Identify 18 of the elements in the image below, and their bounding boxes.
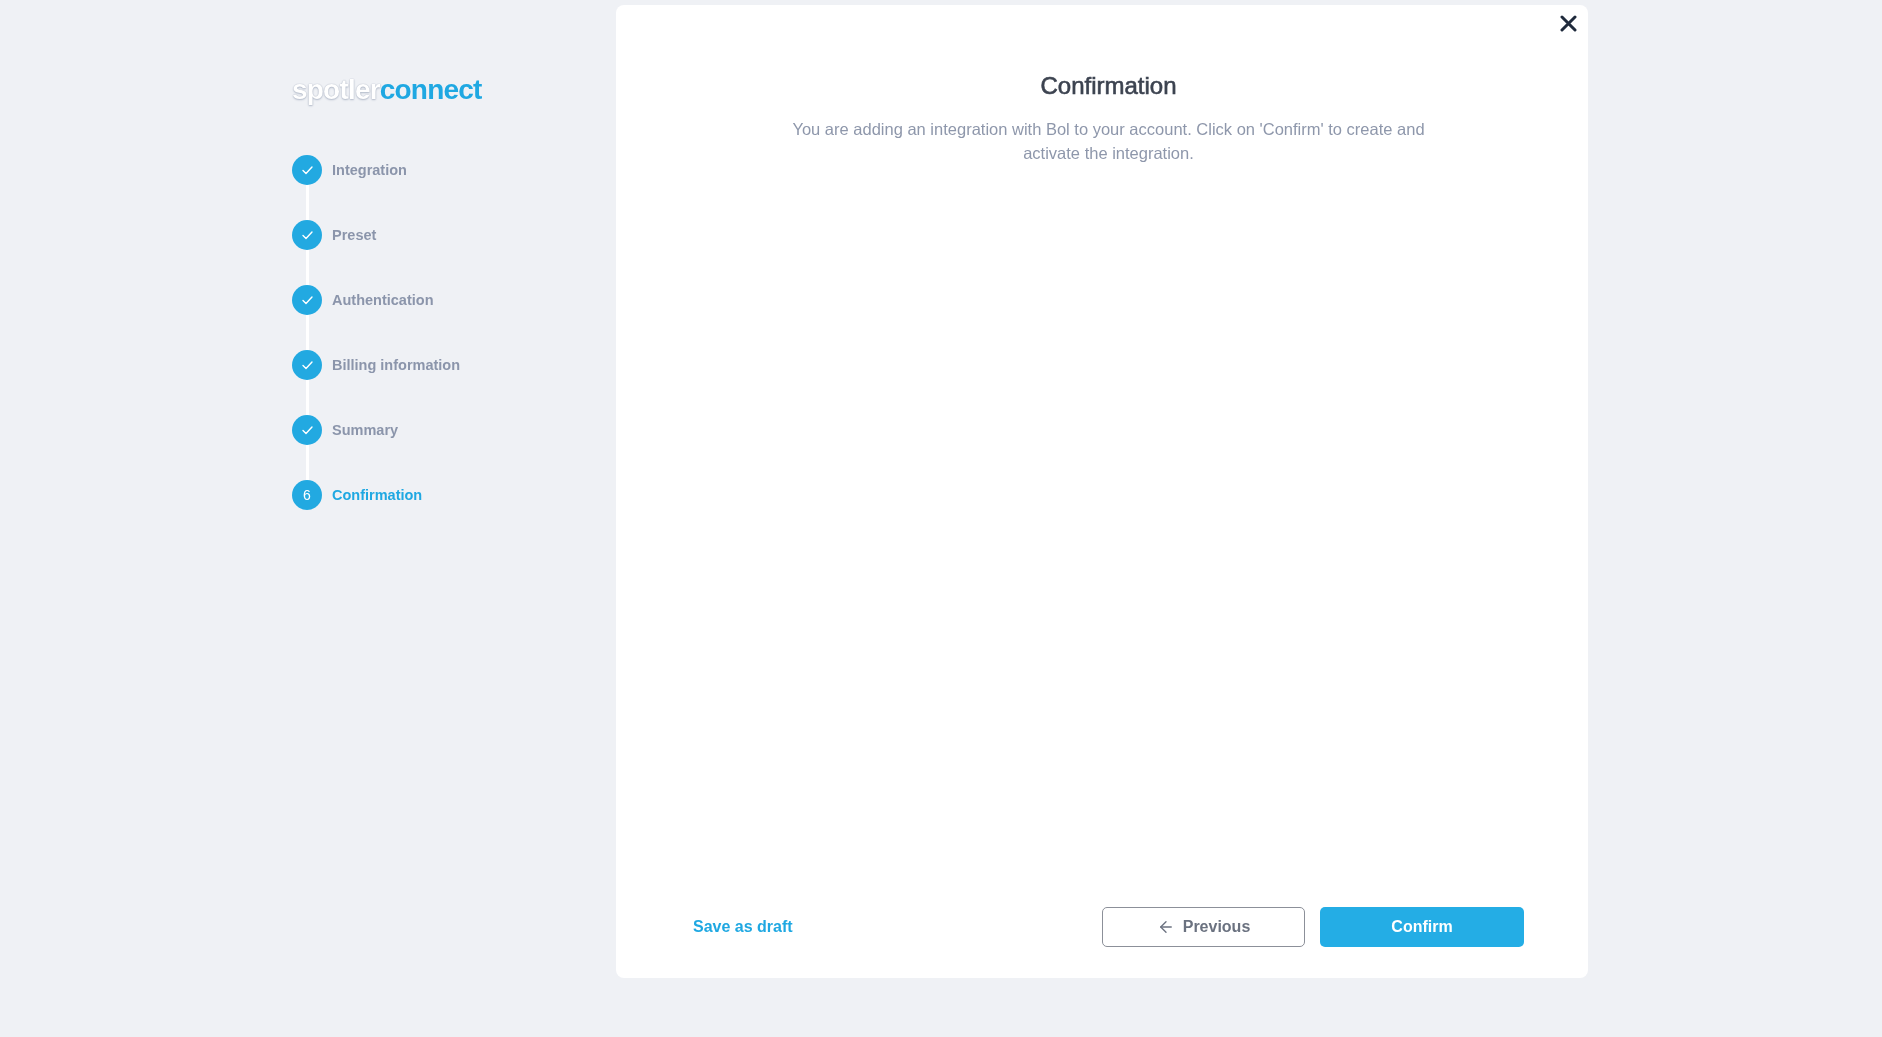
step-number: 6: [292, 480, 322, 510]
step-label[interactable]: Integration: [332, 155, 407, 185]
close-icon[interactable]: [1560, 15, 1577, 32]
check-icon: [301, 165, 313, 175]
step-label[interactable]: Authentication: [332, 285, 434, 315]
dialog-title: Confirmation: [1040, 71, 1177, 101]
dialog-description: You are adding an integration with Bol to your account. Click on 'Confirm' to create and activate the integration.: [791, 119, 1426, 164]
step-label[interactable]: Summary: [332, 415, 399, 445]
check-icon: [301, 230, 313, 240]
step-label[interactable]: Preset: [332, 220, 377, 250]
save-draft-link[interactable]: Save as draft: [693, 918, 793, 936]
check-icon: [301, 360, 313, 370]
check-icon: [301, 425, 313, 435]
step-label[interactable]: Billing information: [332, 350, 461, 380]
step-label[interactable]: Confirmation: [332, 480, 423, 510]
confirm-button[interactable]: Confirm: [1320, 907, 1524, 947]
check-icon: [301, 295, 313, 305]
previous-button[interactable]: Previous: [1102, 907, 1305, 947]
